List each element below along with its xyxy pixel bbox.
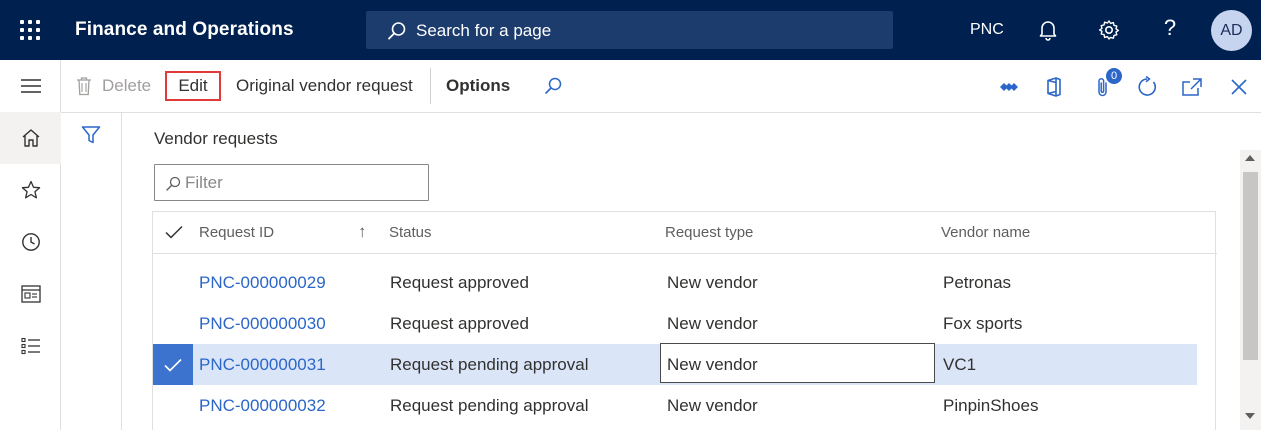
search-icon [388, 22, 406, 40]
scrollbar-thumb[interactable] [1243, 172, 1258, 360]
filter-pane-rail [61, 113, 122, 430]
row-selector[interactable] [153, 262, 193, 303]
request-type-cell[interactable]: New vendor [667, 273, 758, 293]
request-type-cell[interactable]: New vendor [667, 314, 758, 334]
clock-icon[interactable] [0, 216, 61, 268]
request-type-value: New vendor [667, 355, 758, 374]
gear-icon[interactable] [1097, 18, 1121, 42]
attachment-icon[interactable]: 0 [1091, 67, 1123, 99]
table-row[interactable]: PNC-000000029 Request approved New vendo… [153, 262, 1197, 303]
column-header-request-id[interactable]: Request ID [199, 224, 274, 241]
filter-input[interactable] [185, 171, 420, 195]
power-apps-icon[interactable] [997, 75, 1021, 99]
main-content: Vendor requests Request ID ↑ Status Requ… [122, 113, 1240, 430]
page-search-input[interactable]: Search for a page [366, 11, 893, 49]
column-header-status[interactable]: Status [389, 224, 432, 241]
status-cell[interactable]: Request approved [390, 314, 529, 334]
scroll-down-arrow-icon[interactable] [1245, 413, 1255, 419]
delete-button[interactable]: Delete [76, 76, 151, 96]
sort-ascending-icon[interactable]: ↑ [358, 222, 367, 242]
action-pane: Delete Edit Original vendor request Opti… [61, 60, 1261, 113]
original-vendor-request-button[interactable]: Original vendor request [236, 76, 413, 96]
row-selector[interactable] [153, 385, 193, 426]
table-row[interactable]: PNC-000000030 Request approved New vendo… [153, 303, 1197, 344]
request-type-cell[interactable]: New vendor [667, 396, 758, 416]
hamburger-icon[interactable] [0, 60, 61, 112]
page-title: Vendor requests [154, 129, 278, 148]
column-header-vendor-name[interactable]: Vendor name [941, 224, 1030, 241]
delete-label: Delete [102, 76, 152, 95]
status-cell[interactable]: Request pending approval [390, 355, 588, 375]
funnel-icon[interactable] [81, 125, 101, 150]
vendor-name-cell[interactable]: Fox sports [943, 314, 1022, 334]
table-row-selected[interactable]: PNC-000000031 Request pending approval N… [153, 343, 1197, 385]
bell-icon[interactable] [1036, 18, 1060, 42]
vendor-name-cell[interactable]: Petronas [943, 273, 1011, 293]
action-separator [430, 68, 431, 104]
row-selector[interactable] [153, 344, 193, 385]
help-icon[interactable]: ? [1158, 15, 1182, 40]
app-launcher-icon[interactable] [20, 20, 40, 40]
request-id-link[interactable]: PNC-000000032 [199, 396, 326, 416]
checkmark-icon [164, 358, 182, 372]
request-type-cell-active[interactable]: New vendor [660, 343, 935, 383]
status-cell[interactable]: Request approved [390, 273, 529, 293]
column-header-request-type[interactable]: Request type [665, 224, 753, 241]
avatar[interactable]: AD [1211, 10, 1252, 51]
vendor-requests-grid: Request ID ↑ Status Request type Vendor … [152, 211, 1217, 430]
vendor-name-cell[interactable]: PinpinShoes [943, 396, 1038, 416]
open-new-window-icon[interactable] [1180, 75, 1204, 99]
vendor-name-cell[interactable]: VC1 [943, 355, 976, 375]
attachment-count-badge: 0 [1105, 67, 1123, 85]
company-picker[interactable]: PNC [970, 21, 1004, 39]
grid-header: Request ID ↑ Status Request type Vendor … [153, 212, 1217, 254]
star-icon[interactable] [0, 164, 61, 216]
edit-button[interactable]: Edit [165, 71, 221, 101]
scroll-up-arrow-icon[interactable] [1245, 155, 1255, 161]
request-id-link[interactable]: PNC-000000030 [199, 314, 326, 334]
request-id-link[interactable]: PNC-000000029 [199, 273, 326, 293]
top-bar: Finance and Operations Search for a page… [0, 0, 1261, 60]
table-row[interactable]: PNC-000000032 Request pending approval N… [153, 385, 1197, 426]
status-cell[interactable]: Request pending approval [390, 396, 588, 416]
search-label: Search for a page [416, 21, 552, 40]
app-title[interactable]: Finance and Operations [75, 19, 294, 41]
home-icon[interactable] [0, 112, 61, 164]
list-icon[interactable] [0, 320, 61, 372]
search-icon [166, 176, 181, 191]
workspace-icon[interactable] [0, 268, 61, 320]
filter-field[interactable] [154, 164, 429, 201]
nav-rail [0, 60, 61, 430]
office-icon[interactable] [1042, 75, 1066, 99]
trash-icon [77, 77, 91, 96]
request-id-link[interactable]: PNC-000000031 [199, 355, 326, 375]
search-actions-icon[interactable] [543, 76, 563, 101]
row-selector[interactable] [153, 303, 193, 344]
refresh-icon[interactable] [1135, 75, 1159, 99]
options-tab[interactable]: Options [446, 76, 510, 96]
close-icon[interactable] [1227, 75, 1251, 99]
select-all-checkmark-icon[interactable] [165, 225, 183, 244]
